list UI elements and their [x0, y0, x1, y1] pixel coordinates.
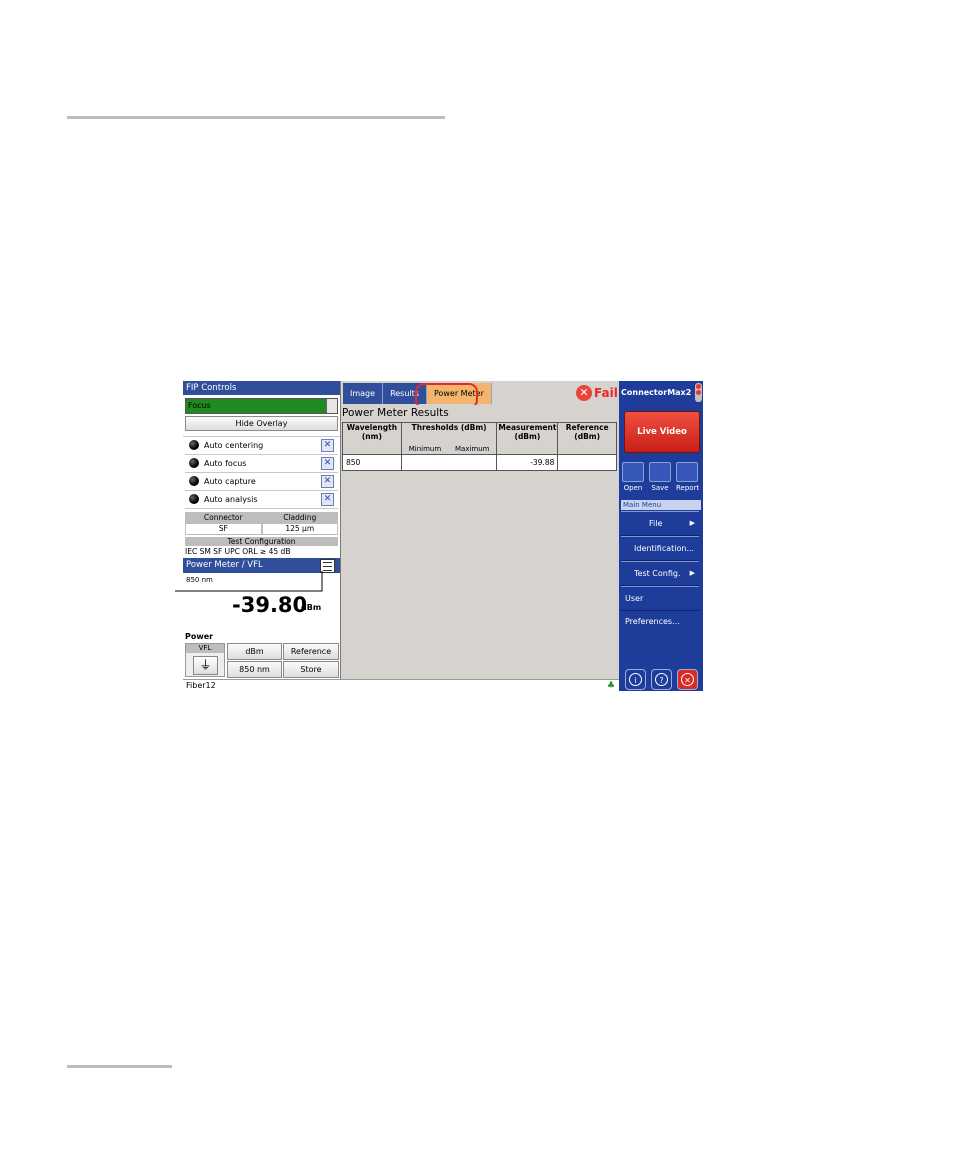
option-label: Auto capture: [204, 477, 256, 486]
info-icon: i: [629, 673, 642, 686]
vfl-label: VFL: [186, 644, 224, 653]
table-row: 850 -39.88: [342, 454, 617, 471]
tab-image[interactable]: Image: [343, 383, 384, 404]
results-area: Power Meter Results Wavelength (nm) Thre…: [341, 405, 618, 679]
callout-line: [175, 571, 323, 592]
focus-label: Focus: [188, 401, 211, 410]
option-auto-focus[interactable]: Auto focus ✕: [185, 455, 338, 473]
cell-thresholds: [400, 454, 498, 471]
connector-header: Connector: [185, 512, 262, 523]
save-button[interactable]: Save: [649, 462, 671, 492]
option-label: Auto centering: [204, 441, 264, 450]
connector-value: SF: [185, 523, 262, 535]
power-unit: dBm: [301, 603, 322, 612]
results-table: Wavelength (nm) Thresholds (dBm) Minimum…: [342, 422, 617, 471]
report-button[interactable]: Report: [676, 462, 700, 492]
vfl-control: VFL ⏚: [185, 643, 225, 677]
main-menu-title: Main Menu: [621, 500, 701, 510]
app-screenshot: FIP Controls Focus Hide Overlay Auto cen…: [183, 381, 703, 691]
status-bar: Fiber12 ♣: [183, 679, 619, 691]
option-label: Auto analysis: [204, 495, 258, 504]
col-minimum: Minimum: [408, 445, 442, 453]
test-config-header: Test Configuration: [185, 537, 338, 546]
focus-handle[interactable]: [326, 399, 337, 413]
status-dot-icon: [189, 458, 199, 468]
vfl-laser-icon[interactable]: ⏚: [193, 656, 218, 675]
fail-status: ✕ Fail: [576, 384, 618, 402]
live-video-button[interactable]: Live Video: [624, 411, 700, 453]
window-controls-icon[interactable]: [695, 383, 702, 402]
cell-measurement: -39.88: [496, 454, 559, 471]
reference-button[interactable]: Reference: [283, 643, 339, 660]
hide-overlay-button[interactable]: Hide Overlay: [185, 416, 338, 431]
results-title: Power Meter Results: [342, 407, 449, 419]
wavelength-button[interactable]: 850 nm: [227, 661, 282, 678]
connection-icon: ♣: [607, 681, 616, 691]
option-auto-centering[interactable]: Auto centering ✕: [185, 437, 338, 455]
fip-controls-panel: FIP Controls Focus Hide Overlay Auto cen…: [183, 381, 341, 679]
open-button[interactable]: Open: [622, 462, 644, 492]
menu-user-preferences[interactable]: User Preferences...: [621, 586, 699, 626]
col-reference: Reference (dBm): [557, 422, 617, 455]
disable-icon[interactable]: ✕: [321, 493, 334, 506]
menu-file-label: File: [649, 519, 663, 528]
power-label: Power: [185, 632, 214, 641]
connector-grid: Connector Cladding SF 125 µm: [185, 512, 338, 535]
app-title: ConnectorMax2: [621, 388, 692, 397]
save-label: Save: [651, 484, 669, 492]
arrow-right-icon: ▶: [689, 519, 695, 527]
col-measurement: Measurement (dBm): [496, 422, 559, 455]
menu-user-preferences-label: User Preferences...: [625, 594, 680, 626]
focus-slider[interactable]: Focus: [185, 398, 338, 414]
status-dot-icon: [189, 494, 199, 504]
fail-text: Fail: [594, 386, 618, 400]
cell-reference: [557, 454, 617, 471]
cladding-header: Cladding: [261, 512, 338, 523]
exit-button[interactable]: ✕: [677, 669, 698, 690]
store-button[interactable]: Store: [283, 661, 339, 678]
top-rule: [67, 116, 445, 119]
col-thresholds: Thresholds (dBm) Minimum Maximum: [400, 422, 498, 455]
option-auto-analysis[interactable]: Auto analysis ✕: [185, 491, 338, 509]
menu-identification-label: Identification...: [634, 544, 695, 553]
disable-icon[interactable]: ✕: [321, 475, 334, 488]
disable-icon[interactable]: ✕: [321, 457, 334, 470]
help-button[interactable]: ?: [651, 669, 672, 690]
info-button[interactable]: i: [625, 669, 646, 690]
status-dot-icon: [189, 476, 199, 486]
help-icon: ?: [655, 673, 668, 686]
auto-options-list: Auto centering ✕ Auto focus ✕ Auto captu…: [183, 436, 340, 509]
test-config-value: IEC SM SF UPC ORL ≥ 45 dB: [185, 547, 291, 556]
fail-icon: ✕: [576, 385, 592, 401]
bottom-rule: [67, 1065, 172, 1068]
col-maximum: Maximum: [455, 445, 490, 453]
status-dot-icon: [189, 440, 199, 450]
folder-icon: [622, 462, 644, 482]
unit-button[interactable]: dBm: [227, 643, 282, 660]
menu-test-config-label: Test Config.: [634, 569, 681, 578]
report-label: Report: [676, 484, 700, 492]
option-label: Auto focus: [204, 459, 247, 468]
menu-test-config[interactable]: Test Config. ▶: [621, 561, 699, 586]
cladding-value: 125 µm: [261, 523, 338, 535]
thresholds-label: Thresholds (dBm): [411, 423, 487, 432]
main-sidebar: ConnectorMax2 Live Video Open Save Repor…: [619, 381, 703, 691]
menu-file[interactable]: File ▶: [621, 511, 699, 536]
open-label: Open: [623, 484, 643, 492]
option-auto-capture[interactable]: Auto capture ✕: [185, 473, 338, 491]
power-meter-title: Power Meter / VFL: [186, 560, 263, 570]
power-reading: -39.80: [232, 593, 308, 617]
fip-controls-title: FIP Controls: [183, 381, 340, 395]
cell-wavelength: 850: [342, 454, 402, 471]
menu-identification[interactable]: Identification...: [621, 536, 699, 561]
floppy-icon: [649, 462, 671, 482]
fiber-name: Fiber12: [186, 681, 216, 690]
arrow-right-icon: ▶: [689, 569, 695, 577]
report-icon: [676, 462, 698, 482]
disable-icon[interactable]: ✕: [321, 439, 334, 452]
col-wavelength: Wavelength (nm): [342, 422, 402, 455]
close-icon: ✕: [681, 673, 694, 686]
